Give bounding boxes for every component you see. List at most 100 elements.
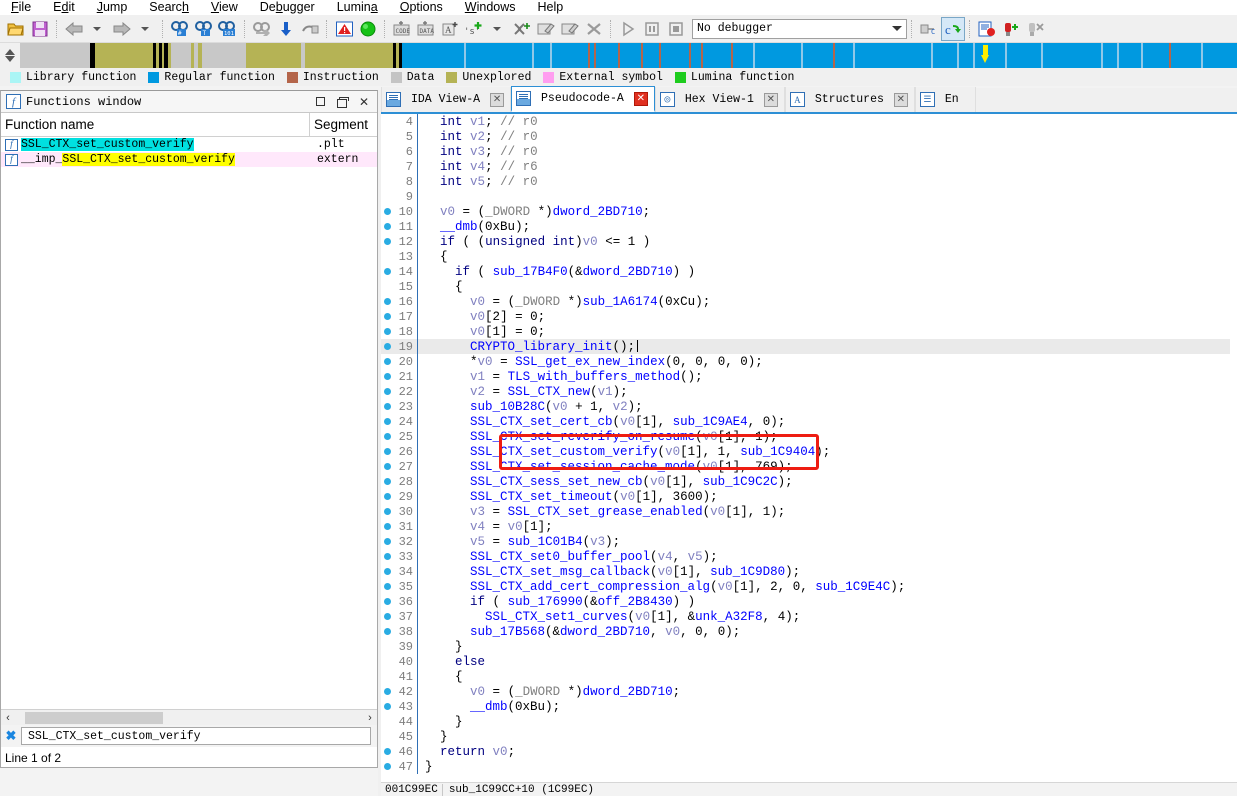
pseudocode-line[interactable]: 15 { [381, 279, 1237, 294]
breakpoint-dot-icon[interactable] [381, 628, 393, 635]
breakpoint-dot-icon[interactable] [381, 373, 393, 380]
breakpoint-dot-icon[interactable] [381, 763, 393, 770]
pseudocode-line[interactable]: 5 int v2; // r0 [381, 129, 1237, 144]
delete-breakpoint-icon[interactable] [1023, 17, 1047, 41]
edit-function-icon[interactable] [534, 17, 558, 41]
tab-structures[interactable]: A Structures ✕ [784, 87, 915, 112]
menu-item-file[interactable]: File [0, 0, 42, 15]
breakpoint-dot-icon[interactable] [381, 508, 393, 515]
add-breakpoint-icon[interactable] [999, 17, 1023, 41]
make-ascii-icon[interactable]: A [438, 17, 462, 41]
pseudocode-line[interactable]: 14 if ( sub_17B4F0(&dword_2BD710) ) [381, 264, 1237, 279]
debugger-select[interactable]: No debugger [692, 18, 907, 39]
tab-close-icon[interactable]: ✕ [763, 92, 778, 107]
undefine-icon[interactable] [510, 17, 534, 41]
tab-close-icon[interactable]: ✕ [633, 91, 648, 106]
breakpoint-dot-icon[interactable] [381, 343, 393, 350]
breakpoint-dot-icon[interactable] [381, 703, 393, 710]
undo-icon[interactable] [298, 17, 322, 41]
column-header-function-name[interactable]: Function name [1, 117, 309, 132]
breakpoint-dot-icon[interactable] [381, 238, 393, 245]
back-arrow-icon[interactable] [62, 17, 86, 41]
menu-item-edit[interactable]: Edit [42, 0, 86, 15]
scroll-left-icon[interactable]: ‹ [1, 712, 15, 724]
pseudocode-line[interactable]: 10 v0 = (_DWORD *)dword_2BD710; [381, 204, 1237, 219]
scrollbar-track[interactable] [15, 711, 363, 725]
pseudocode-line[interactable]: 37 SSL_CTX_set1_curves(v0[1], &unk_A32F8… [381, 609, 1237, 624]
menu-item-search[interactable]: Search [138, 0, 200, 15]
breakpoint-dot-icon[interactable] [381, 568, 393, 575]
pseudocode-line[interactable]: 8 int v5; // r0 [381, 174, 1237, 189]
make-code-icon[interactable]: CODE [390, 17, 414, 41]
pseudocode-line[interactable]: 43 __dmb(0xBu); [381, 699, 1237, 714]
pseudocode-line[interactable]: 33 SSL_CTX_set0_buffer_pool(v4, v5); [381, 549, 1237, 564]
pseudocode-line[interactable]: 26 SSL_CTX_set_custom_verify(v0[1], 1, s… [381, 444, 1237, 459]
open-folder-icon[interactable] [4, 17, 28, 41]
breakpoint-dot-icon[interactable] [381, 268, 393, 275]
struct-dropdown-icon[interactable] [486, 17, 510, 41]
pseudocode-line[interactable]: 20 *v0 = SSL_get_ex_new_index(0, 0, 0, 0… [381, 354, 1237, 369]
scrollbar-thumb[interactable] [25, 711, 163, 724]
scroll-right-icon[interactable]: › [363, 712, 377, 724]
search-hash-icon[interactable]: # [168, 17, 192, 41]
pseudocode-line[interactable]: 47} [381, 759, 1237, 774]
breakpoint-dot-icon[interactable] [381, 388, 393, 395]
search-input[interactable] [21, 727, 371, 745]
tab-ida-view-a[interactable]: IDA View-A ✕ [381, 87, 512, 112]
pseudocode-line[interactable]: 17 v0[2] = 0; [381, 309, 1237, 324]
pseudocode-line[interactable]: 45 } [381, 729, 1237, 744]
pseudocode-line[interactable]: 23 sub_10B28C(v0 + 1, v2); [381, 399, 1237, 414]
run-icon[interactable] [616, 17, 640, 41]
menu-item-windows[interactable]: Windows [454, 0, 527, 15]
navband-down-icon[interactable] [5, 56, 15, 62]
breakpoint-dot-icon[interactable] [381, 463, 393, 470]
breakpoint-list-icon[interactable] [975, 17, 999, 41]
delete-icon[interactable] [582, 17, 606, 41]
menu-item-jump[interactable]: Jump [86, 0, 139, 15]
pseudocode-line[interactable]: 42 v0 = (_DWORD *)dword_2BD710; [381, 684, 1237, 699]
breakpoint-dot-icon[interactable] [381, 493, 393, 500]
edit-function2-icon[interactable] [558, 17, 582, 41]
pseudocode-view[interactable]: 4 int v1; // r0 5 int v2; // r0 6 int v3; … [381, 114, 1237, 782]
breakpoint-dot-icon[interactable] [381, 538, 393, 545]
decompile-icon[interactable]: c [941, 16, 965, 41]
pseudocode-line[interactable]: 6 int v3; // r0 [381, 144, 1237, 159]
pseudocode-line[interactable]: 11 __dmb(0xBu); [381, 219, 1237, 234]
jump-down-icon[interactable] [274, 17, 298, 41]
pseudocode-line[interactable]: 16 v0 = (_DWORD *)sub_1A6174(0xCu); [381, 294, 1237, 309]
navband-up-icon[interactable] [5, 49, 15, 55]
table-row[interactable]: f __imp_SSL_CTX_set_custom_verify extern [1, 152, 377, 167]
breakpoint-dot-icon[interactable] [381, 598, 393, 605]
navband-scroll-arrows[interactable] [0, 43, 20, 68]
menu-item-options[interactable]: Options [389, 0, 454, 15]
stop-icon[interactable] [664, 17, 688, 41]
search-next-icon[interactable] [250, 17, 274, 41]
back-dropdown-icon[interactable] [86, 17, 110, 41]
menu-item-debugger[interactable]: Debugger [249, 0, 326, 15]
breakpoint-dot-icon[interactable] [381, 223, 393, 230]
tab-close-icon[interactable]: ✕ [893, 92, 908, 107]
breakpoint-dot-icon[interactable] [381, 328, 393, 335]
tab-close-icon[interactable]: ✕ [490, 92, 505, 107]
tab-hex-view-1[interactable]: ◎ Hex View-1 ✕ [654, 87, 785, 112]
make-struct-icon[interactable]: 's' [462, 17, 486, 41]
pseudocode-line[interactable]: 19 CRYPTO_library_init(); [381, 339, 1237, 354]
pseudocode-line[interactable]: 30 v3 = SSL_CTX_set_grease_enabled(v0[1]… [381, 504, 1237, 519]
pseudocode-line[interactable]: 35 SSL_CTX_add_cert_compression_alg(v0[1… [381, 579, 1237, 594]
breakpoint-dot-icon[interactable] [381, 313, 393, 320]
breakpoint-dot-icon[interactable] [381, 553, 393, 560]
tab-en[interactable]: ☰ En [914, 87, 976, 112]
pseudocode-line[interactable]: 44 } [381, 714, 1237, 729]
breakpoint-dot-icon[interactable] [381, 478, 393, 485]
warning-icon[interactable] [332, 17, 356, 41]
pseudocode-line[interactable]: 4 int v1; // r0 [381, 114, 1237, 129]
table-row[interactable]: f SSL_CTX_set_custom_verify .plt [1, 137, 377, 152]
breakpoint-dot-icon[interactable] [381, 433, 393, 440]
pseudocode-line[interactable]: 34 SSL_CTX_set_msg_callback(v0[1], sub_1… [381, 564, 1237, 579]
forward-dropdown-icon[interactable] [134, 17, 158, 41]
maximize-button[interactable] [309, 92, 331, 112]
breakpoint-dot-icon[interactable] [381, 613, 393, 620]
breakpoint-dot-icon[interactable] [381, 748, 393, 755]
breakpoint-dot-icon[interactable] [381, 688, 393, 695]
pseudocode-line[interactable]: 40 else [381, 654, 1237, 669]
